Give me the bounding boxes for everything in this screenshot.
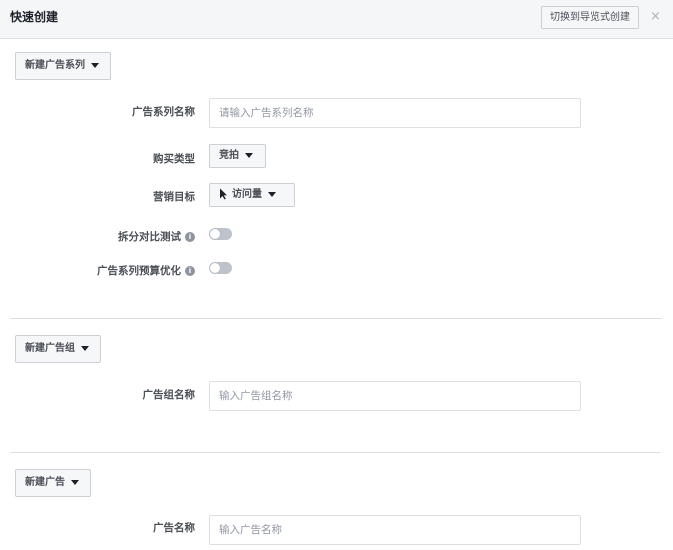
close-icon[interactable]: × bbox=[650, 9, 661, 25]
caret-down-icon bbox=[268, 191, 276, 197]
objective-value: 访问量 bbox=[232, 189, 262, 200]
dialog-title: 快速创建 bbox=[10, 10, 59, 24]
adset-name-input[interactable] bbox=[209, 381, 581, 411]
adset-name-label: 广告组名称 bbox=[142, 389, 196, 401]
toggle-knob bbox=[210, 229, 220, 239]
objective-dropdown[interactable]: 访问量 bbox=[209, 183, 295, 207]
new-campaign-label: 新建广告系列 bbox=[25, 60, 85, 71]
budget-optimization-label: 广告系列预算优化 i bbox=[97, 263, 195, 278]
new-adset-button[interactable]: 新建广告组 bbox=[15, 335, 101, 363]
new-campaign-button[interactable]: 新建广告系列 bbox=[15, 52, 111, 80]
split-test-toggle[interactable] bbox=[209, 228, 232, 240]
toggle-knob bbox=[210, 263, 220, 273]
info-icon[interactable]: i bbox=[185, 232, 195, 242]
campaign-name-input[interactable] bbox=[209, 98, 581, 128]
campaign-name-label: 广告系列名称 bbox=[132, 106, 195, 118]
caret-down-icon bbox=[71, 479, 79, 485]
caret-down-icon bbox=[91, 62, 99, 68]
ad-name-label: 广告名称 bbox=[153, 522, 195, 534]
section-divider bbox=[10, 318, 662, 319]
dialog-header: 快速创建 切换到导览式创建 × bbox=[0, 0, 673, 39]
split-test-label-text: 拆分对比测试 bbox=[118, 231, 181, 243]
ad-name-input[interactable] bbox=[209, 515, 581, 545]
buying-type-value: 竞拍 bbox=[219, 150, 239, 161]
new-adset-label: 新建广告组 bbox=[25, 343, 75, 354]
budget-optimization-label-text: 广告系列预算优化 bbox=[97, 265, 181, 277]
info-icon[interactable]: i bbox=[185, 266, 195, 276]
split-test-label: 拆分对比测试 i bbox=[118, 229, 195, 244]
buying-type-dropdown[interactable]: 竞拍 bbox=[209, 144, 266, 168]
new-ad-button[interactable]: 新建广告 bbox=[15, 469, 91, 497]
new-ad-label: 新建广告 bbox=[25, 477, 65, 488]
buying-type-label: 购买类型 bbox=[153, 153, 195, 165]
section-divider bbox=[10, 452, 660, 453]
cursor-icon bbox=[220, 188, 227, 200]
switch-to-guided-creation-button[interactable]: 切换到导览式创建 bbox=[541, 6, 639, 29]
budget-optimization-toggle[interactable] bbox=[209, 262, 232, 274]
caret-down-icon bbox=[81, 345, 89, 351]
caret-down-icon bbox=[245, 152, 253, 158]
objective-label: 营销目标 bbox=[153, 191, 195, 203]
